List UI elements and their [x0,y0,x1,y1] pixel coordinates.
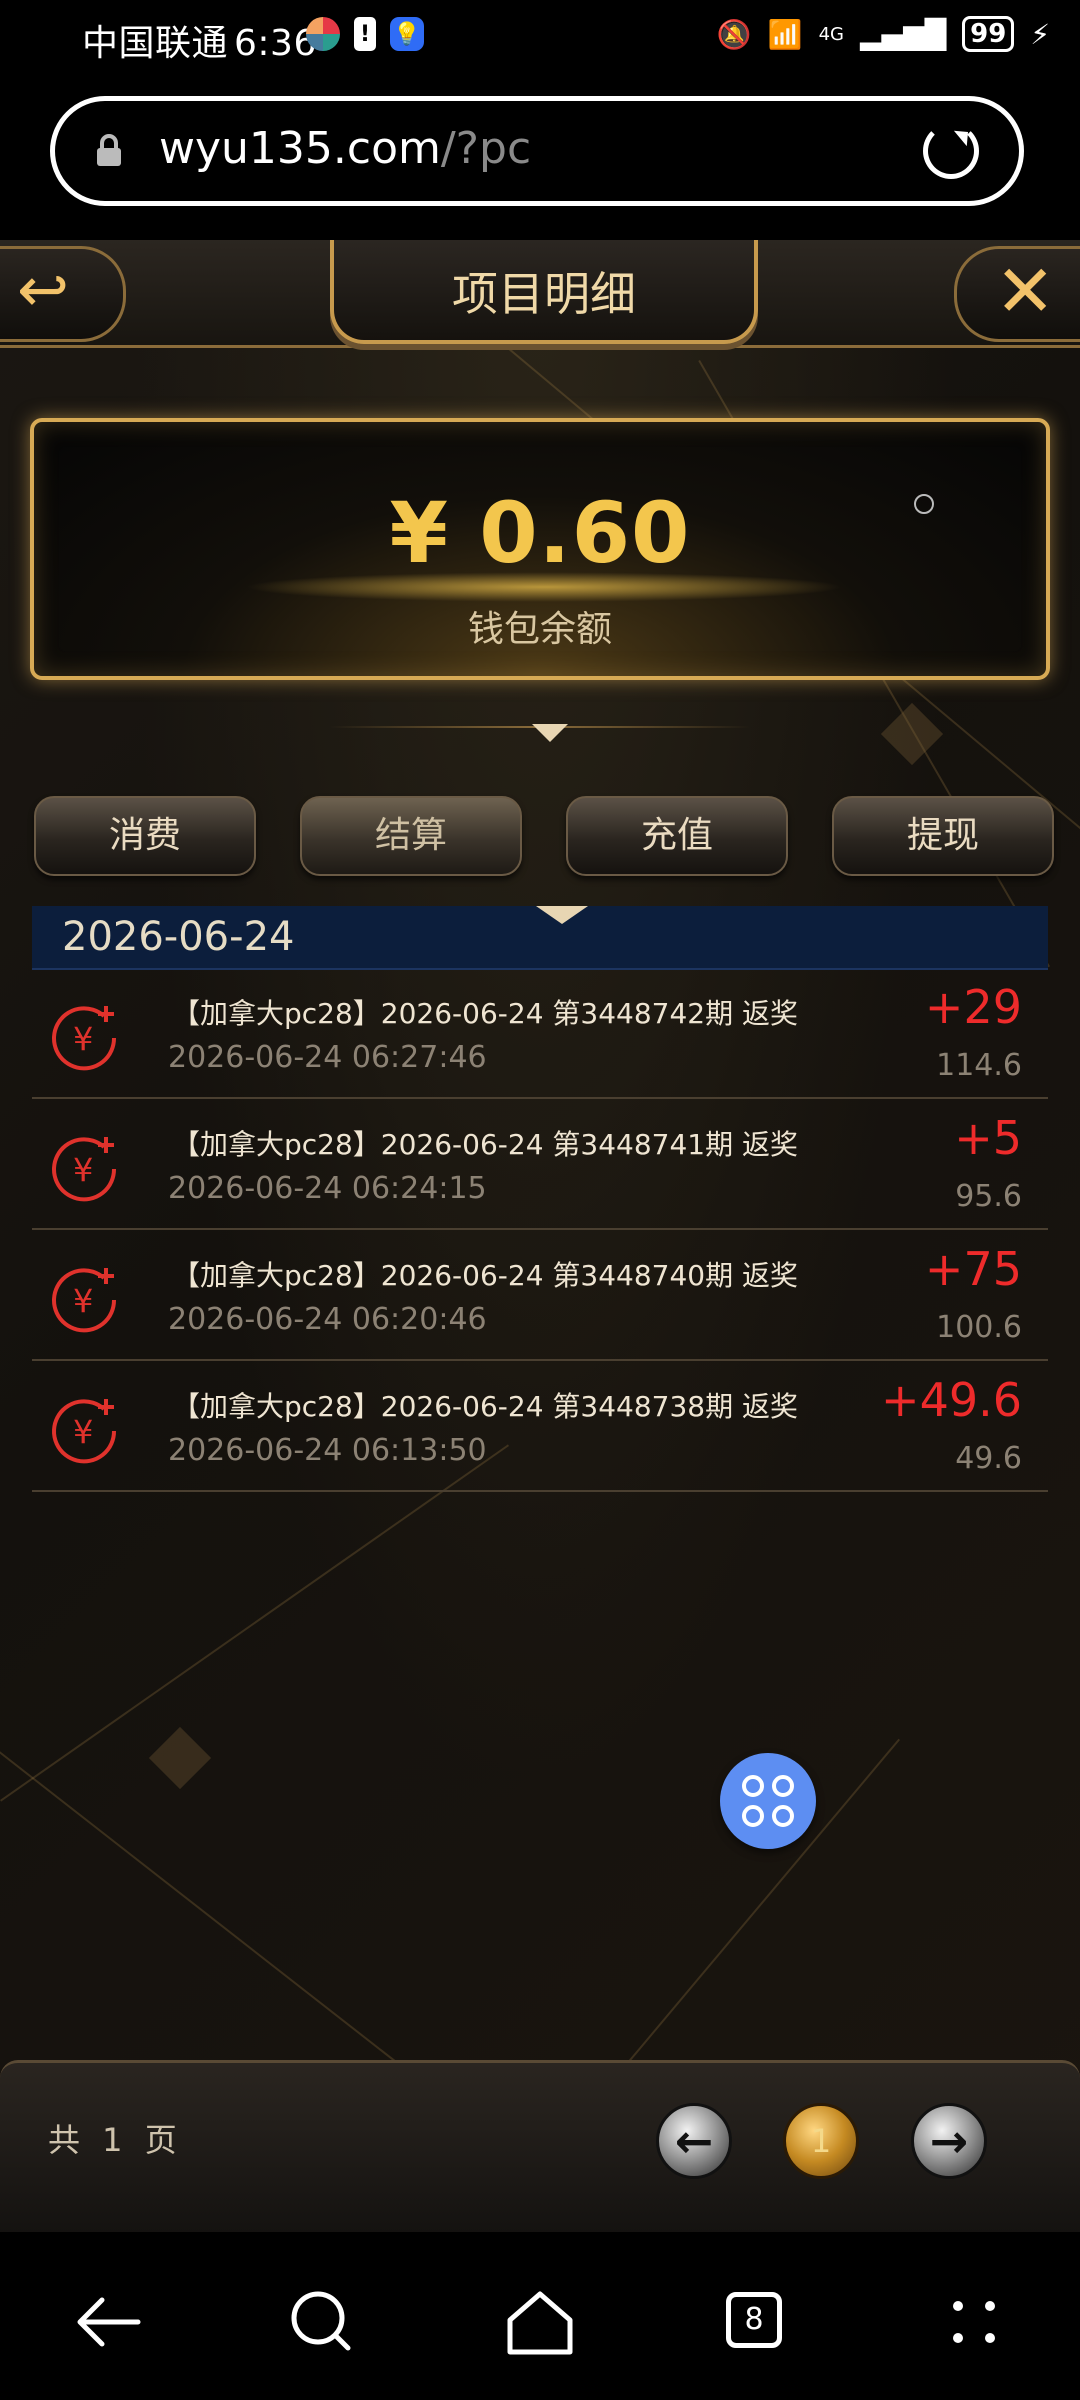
record-balance: 49.6 [955,1441,1022,1476]
category-tabs: 消费 结算 充值 提现 [34,796,1056,876]
loading-spinner-icon [914,494,934,514]
back-arrow-icon: ↩ [17,253,69,326]
yuan-plus-icon: ¥ [52,1137,117,1202]
next-page-button[interactable]: → [911,2103,987,2179]
alert-icon: ! [354,17,376,51]
web-page: ↩ 项目明细 ✕ ¥ 0.60 钱包余额 消费 结算 充值 提现 2026-06… [0,240,1080,2232]
signal-icon: ▂▄▆█ [860,17,947,51]
record-amount: +5 [954,1111,1022,1165]
reload-icon[interactable] [923,123,979,179]
grid-dot-icon [742,1805,764,1827]
lightbulb-icon: 💡 [390,17,424,51]
battery-indicator: 99 [962,16,1015,52]
tabs-button[interactable]: 8 [716,2282,796,2362]
record-amount: +75 [924,1242,1022,1296]
record-time: 2026-06-24 06:24:15 [168,1171,487,1206]
record-title: 【加拿大pc28】2026-06-24 第3448742期 返奖 [172,997,799,1030]
lock-icon [97,134,121,166]
tab-settlement[interactable]: 结算 [300,796,522,876]
url-host: wyu135.com [159,123,441,174]
title-tab: 项目明细 [330,240,758,344]
close-button[interactable]: ✕ [954,246,1080,342]
network-type: 4G [818,23,844,45]
yuan-plus-icon: ¥ [52,1268,117,1333]
mute-icon: 🔕 [716,17,752,51]
list-item[interactable]: ¥ 【加拿大pc28】2026-06-24 第3448741期 返奖 2026-… [32,1099,1048,1230]
url-text[interactable]: wyu135.com/?pc [159,123,531,174]
svg-text:¥: ¥ [73,1151,93,1189]
record-amount: +29 [924,980,1022,1034]
system-icons: 🔕 📶 4G ▂▄▆█ 99 ⚡ [717,16,1050,52]
carrier-name: 中国联通 [82,23,229,64]
current-page-number: 1 [810,2122,832,2160]
decor-line [0,1444,510,1802]
charging-icon: ⚡ [1030,17,1050,51]
page-summary: 共 1 页 [48,2121,183,2159]
record-balance: 100.6 [936,1310,1022,1345]
carrier-and-time: 中国联通 6:36 [82,14,317,66]
balance-amount: ¥ 0.60 [389,484,691,582]
decor-diamond [880,702,944,766]
close-icon: ✕ [995,249,1056,333]
caret-down-icon [536,906,588,924]
list-item[interactable]: ¥ 【加拿大pc28】2026-06-24 第3448738期 返奖 2026-… [32,1361,1048,1492]
record-time: 2026-06-24 06:13:50 [168,1433,487,1468]
wallet-balance-card: ¥ 0.60 钱包余额 [30,418,1050,680]
floating-menu-button[interactable] [720,1753,816,1849]
caret-down-icon [532,724,568,742]
app-notification-icon [306,17,340,51]
tab-recharge[interactable]: 充值 [566,796,788,876]
svg-text:¥: ¥ [73,1282,93,1320]
record-title: 【加拿大pc28】2026-06-24 第3448741期 返奖 [172,1128,799,1161]
record-title: 【加拿大pc28】2026-06-24 第3448738期 返奖 [172,1390,799,1423]
record-balance: 114.6 [936,1048,1022,1083]
record-time: 2026-06-24 06:20:46 [168,1302,487,1337]
date-group-label: 2026-06-24 [62,914,295,960]
svg-text:¥: ¥ [73,1020,93,1058]
decor-diamond [148,1726,212,1790]
tab-count: 8 [726,2292,782,2348]
browser-toolbar: wyu135.com/?pc [0,76,1080,240]
home-icon[interactable] [500,2282,580,2362]
status-bar: 中国联通 6:36 ! 💡 🔕 📶 4G ▂▄▆█ 99 ⚡ [0,0,1080,76]
svg-text:¥: ¥ [73,1413,93,1451]
transaction-list: ¥ 【加拿大pc28】2026-06-24 第3448742期 返奖 2026-… [32,968,1048,1492]
list-item[interactable]: ¥ 【加拿大pc28】2026-06-24 第3448740期 返奖 2026-… [32,1230,1048,1361]
system-nav-bar: 8 [0,2232,1080,2400]
page-number-button[interactable]: 1 [783,2103,859,2179]
more-menu-icon[interactable] [934,2282,1014,2362]
grid-dot-icon [772,1775,794,1797]
record-amount: +49.6 [881,1373,1022,1427]
grid-dot-icon [772,1805,794,1827]
clock: 6:36 [234,23,317,64]
back-button[interactable]: ↩ [0,246,126,342]
balance-label: 钱包余额 [467,609,612,650]
address-bar[interactable]: wyu135.com/?pc [50,96,1024,206]
list-item[interactable]: ¥ 【加拿大pc28】2026-06-24 第3448742期 返奖 2026-… [32,968,1048,1099]
grid-dot-icon [742,1775,764,1797]
url-path: /?pc [440,123,532,174]
date-group-header: 2026-06-24 [32,906,1048,970]
tab-consume[interactable]: 消费 [34,796,256,876]
arrow-right-icon: → [929,2114,969,2168]
prev-page-button[interactable]: ← [656,2103,732,2179]
search-icon[interactable] [282,2282,362,2362]
yuan-plus-icon: ¥ [52,1006,117,1071]
record-title: 【加拿大pc28】2026-06-24 第3448740期 返奖 [172,1259,799,1292]
page-title: 项目明细 [452,267,636,321]
page-header: ↩ 项目明细 ✕ [0,240,1080,348]
tab-withdraw[interactable]: 提现 [832,796,1054,876]
arrow-left-icon: ← [674,2114,714,2168]
pagination-bar: 共 1 页 ← 1 → [0,2060,1080,2232]
record-balance: 95.6 [955,1179,1022,1214]
wifi-icon: 📶 [767,17,803,51]
notification-icons: ! 💡 [306,17,424,51]
yuan-plus-icon: ¥ [52,1399,117,1464]
back-icon[interactable] [68,2282,148,2362]
record-time: 2026-06-24 06:27:46 [168,1040,487,1075]
